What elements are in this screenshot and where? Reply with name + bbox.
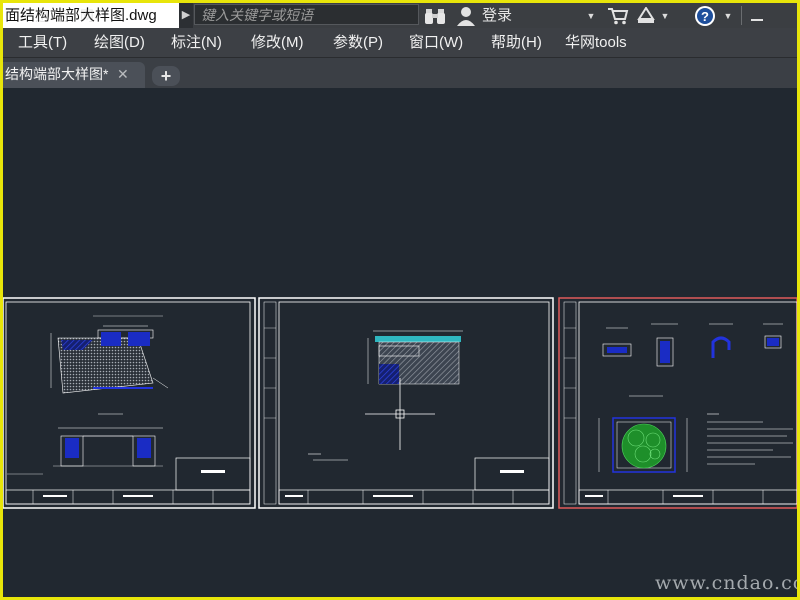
login-link[interactable]: 登录 xyxy=(482,3,512,28)
toolbar-divider xyxy=(741,6,742,25)
tab-document[interactable]: 结构端部大样图* ✕ xyxy=(3,62,145,88)
cart-icon[interactable] xyxy=(607,3,629,28)
drawing-sheet-1 xyxy=(3,297,256,509)
tab-close-icon[interactable]: ✕ xyxy=(117,67,129,81)
menu-bar: 工具(T) 绘图(D) 标注(N) 修改(M) 参数(P) 窗口(W) 帮助(H… xyxy=(3,28,797,58)
binoculars-icon[interactable] xyxy=(423,3,447,28)
watermark-bottom: www.cndao.com xyxy=(655,572,797,594)
menu-modify[interactable]: 修改(M) xyxy=(251,28,304,57)
exchange-dropdown-icon[interactable]: ▼ xyxy=(659,3,671,28)
svg-text:?: ? xyxy=(701,9,709,24)
tab-label: 结构端部大样图* xyxy=(5,66,109,82)
help-dropdown-icon[interactable]: ▼ xyxy=(722,3,734,28)
login-dropdown-icon[interactable]: ▼ xyxy=(585,3,597,28)
drawing-sheet-3 xyxy=(558,297,797,509)
menu-window[interactable]: 窗口(W) xyxy=(409,28,463,57)
minimize-icon[interactable] xyxy=(747,3,767,28)
user-icon[interactable] xyxy=(455,3,477,28)
watermark-top: 迅 标 网 xyxy=(35,9,96,25)
menu-parametric[interactable]: 参数(P) xyxy=(333,28,383,57)
title-arrow-icon[interactable]: ▶ xyxy=(179,3,193,28)
drawing-sheet-2 xyxy=(258,297,554,509)
new-tab-button[interactable]: + xyxy=(152,66,180,86)
drawing-canvas[interactable]: www.cndao.com xyxy=(3,88,797,597)
tab-bar: 结构端部大样图* ✕ + xyxy=(3,58,797,88)
search-input[interactable] xyxy=(194,4,419,25)
help-icon[interactable]: ? xyxy=(693,3,717,28)
menu-draw[interactable]: 绘图(D) xyxy=(94,28,145,57)
menu-help[interactable]: 帮助(H) xyxy=(491,28,542,57)
menu-dimension[interactable]: 标注(N) xyxy=(171,28,222,57)
application-window: 面结构端部大样图.dwg ▶ 登录 ▼ xyxy=(3,3,797,597)
menu-huawang-tools[interactable]: 华网tools xyxy=(565,28,627,57)
title-bar: 面结构端部大样图.dwg ▶ 登录 ▼ xyxy=(3,3,797,28)
exchange-icon[interactable] xyxy=(635,3,657,28)
menu-tools[interactable]: 工具(T) xyxy=(18,28,67,57)
